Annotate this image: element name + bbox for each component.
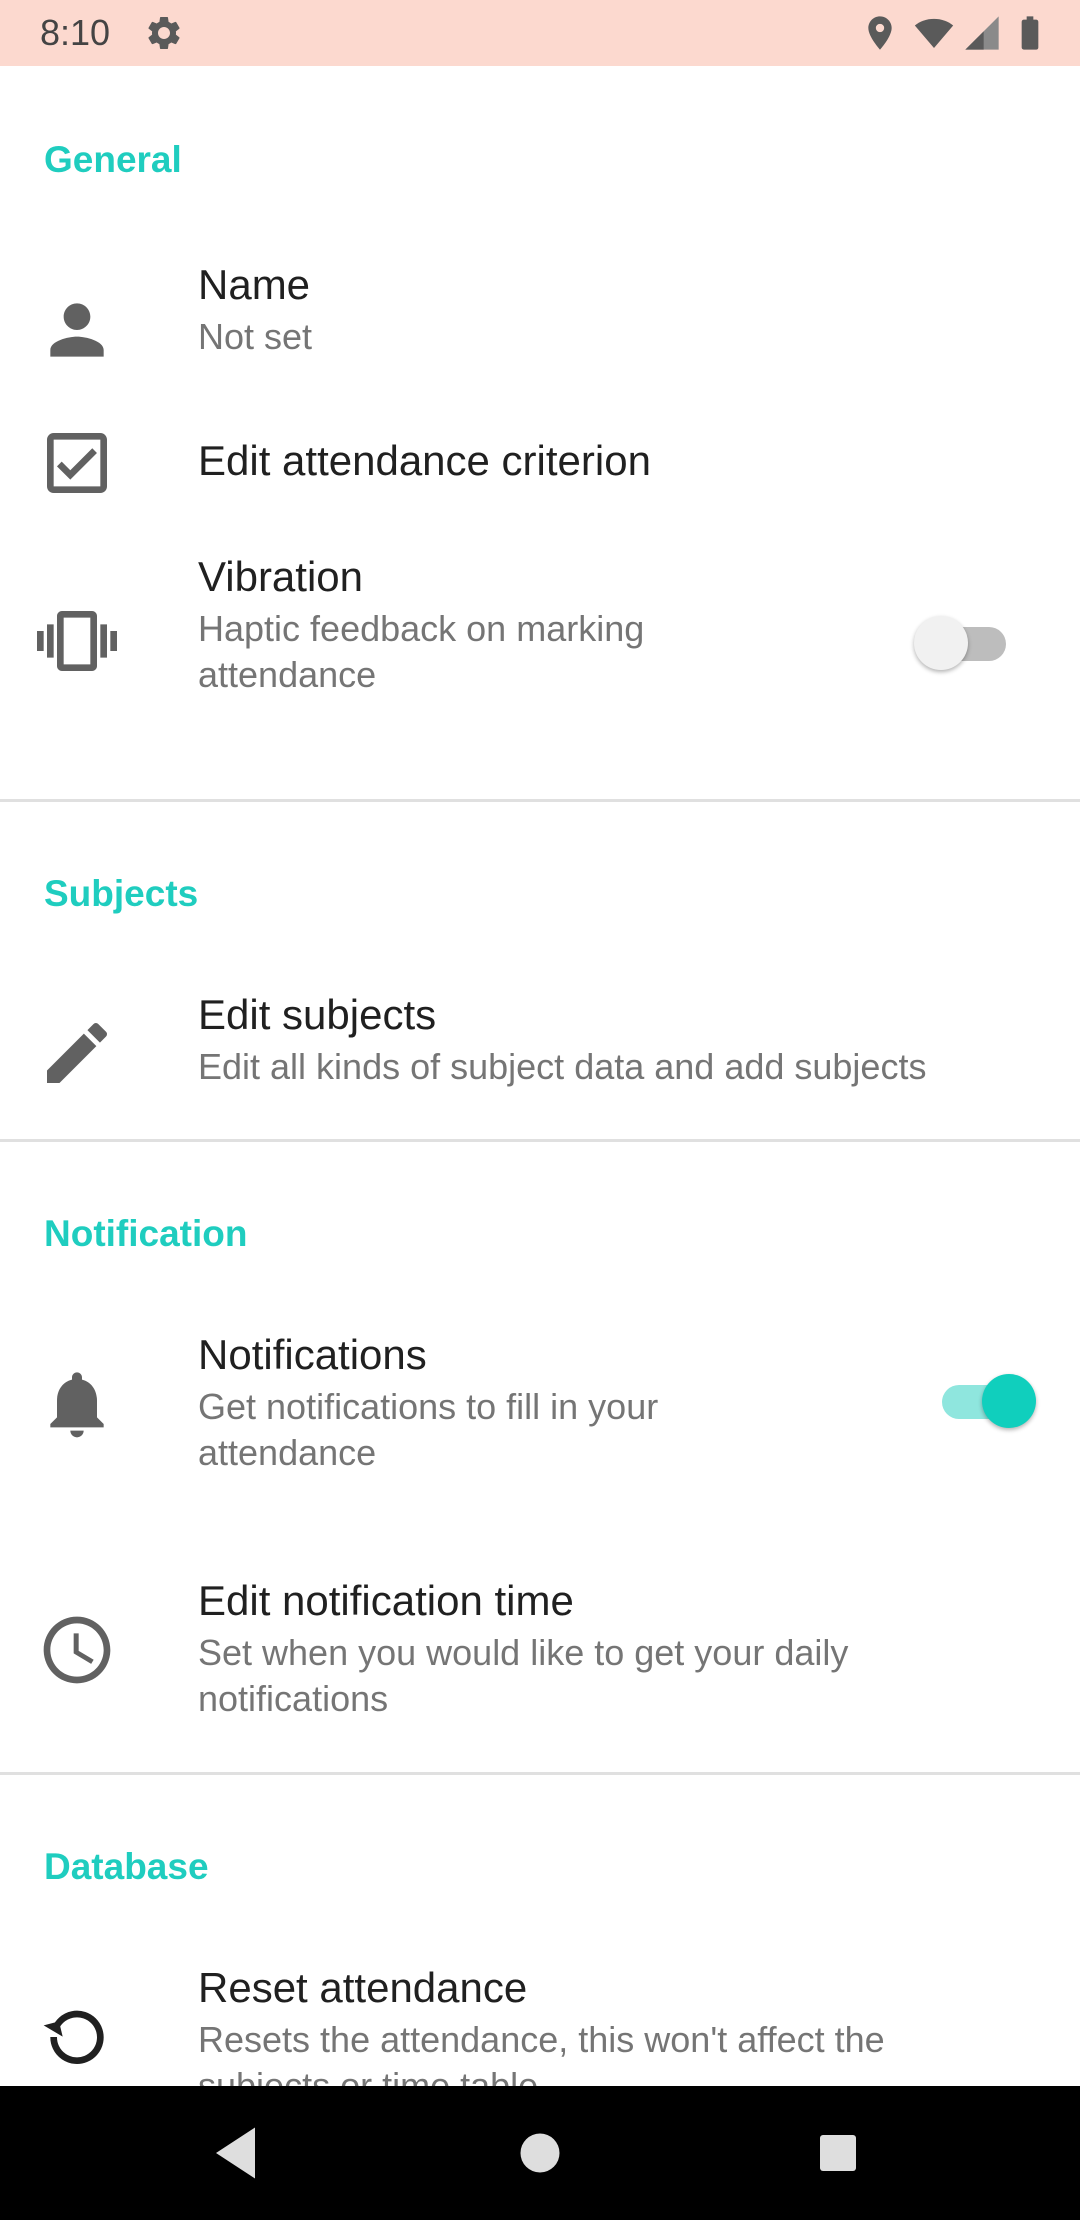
battery-icon	[1010, 13, 1050, 53]
pref-name-title: Name	[198, 261, 311, 308]
divider	[0, 799, 1080, 802]
reset-icon	[37, 1997, 117, 2077]
pref-notification-time-summary: Set when you would like to get your dail…	[198, 1632, 849, 1719]
pref-criterion-title: Edit attendance criterion	[198, 437, 651, 484]
bell-icon	[37, 1364, 117, 1444]
notifications-switch[interactable]	[936, 1369, 1036, 1429]
section-header-general: General	[44, 139, 182, 180]
pref-notification-time-title: Edit notification time	[198, 1577, 574, 1624]
status-time: 8:10	[40, 12, 111, 53]
pref-vibration-title: Vibration	[198, 553, 364, 600]
switch-thumb	[982, 1374, 1036, 1428]
home-icon[interactable]	[504, 2117, 576, 2189]
preferences-list[interactable]: General Name Not set Edit attendance cri…	[0, 66, 1080, 2086]
pref-vibration[interactable]: Vibration Haptic feedback on marking att…	[0, 531, 1080, 727]
pref-notifications-summary: Get notifications to fill in your attend…	[198, 1386, 659, 1473]
pref-reset-attendance[interactable]: Reset attendance Resets the attendance, …	[0, 1952, 1080, 2086]
pref-notifications[interactable]: Notifications Get notifications to fill …	[0, 1319, 1080, 1515]
section-header-notification: Notification	[44, 1213, 248, 1254]
section-header-database: Database	[44, 1846, 209, 1887]
navigation-bar	[0, 2086, 1080, 2220]
switch-thumb	[914, 616, 968, 670]
pref-edit-subjects[interactable]: Edit subjects Edit all kinds of subject …	[0, 979, 1080, 1135]
vibration-switch[interactable]	[914, 611, 1014, 671]
divider	[0, 1772, 1080, 1775]
pref-edit-subjects-title: Edit subjects	[198, 991, 437, 1038]
divider	[0, 1139, 1080, 1142]
pref-edit-attendance-criterion[interactable]: Edit attendance criterion	[0, 405, 1080, 531]
person-icon	[37, 290, 117, 370]
pref-reset-summary: Resets the attendance, this won't affect…	[198, 2019, 885, 2086]
pencil-icon	[37, 1013, 117, 1093]
recents-icon[interactable]	[802, 2117, 874, 2189]
location-icon	[860, 13, 900, 53]
wifi-icon	[914, 13, 954, 53]
status-bar: 8:10	[0, 0, 1080, 66]
pref-vibration-summary: Haptic feedback on marking attendance	[198, 608, 645, 695]
vibration-icon	[37, 601, 117, 681]
cell-signal-icon	[962, 13, 1002, 53]
gear-icon	[144, 13, 184, 53]
pref-edit-subjects-summary: Edit all kinds of subject data and add s…	[198, 1046, 927, 1087]
pref-name-summary: Not set	[198, 316, 313, 357]
section-header-subjects: Subjects	[44, 873, 199, 914]
back-icon[interactable]	[204, 2117, 276, 2189]
checkbox-icon	[37, 423, 117, 503]
pref-edit-notification-time[interactable]: Edit notification time Set when you woul…	[0, 1565, 1080, 1761]
clock-icon	[37, 1610, 117, 1690]
pref-reset-title: Reset attendance	[198, 1964, 528, 2011]
pref-name[interactable]: Name Not set	[0, 249, 1080, 405]
pref-notifications-title: Notifications	[198, 1331, 427, 1378]
